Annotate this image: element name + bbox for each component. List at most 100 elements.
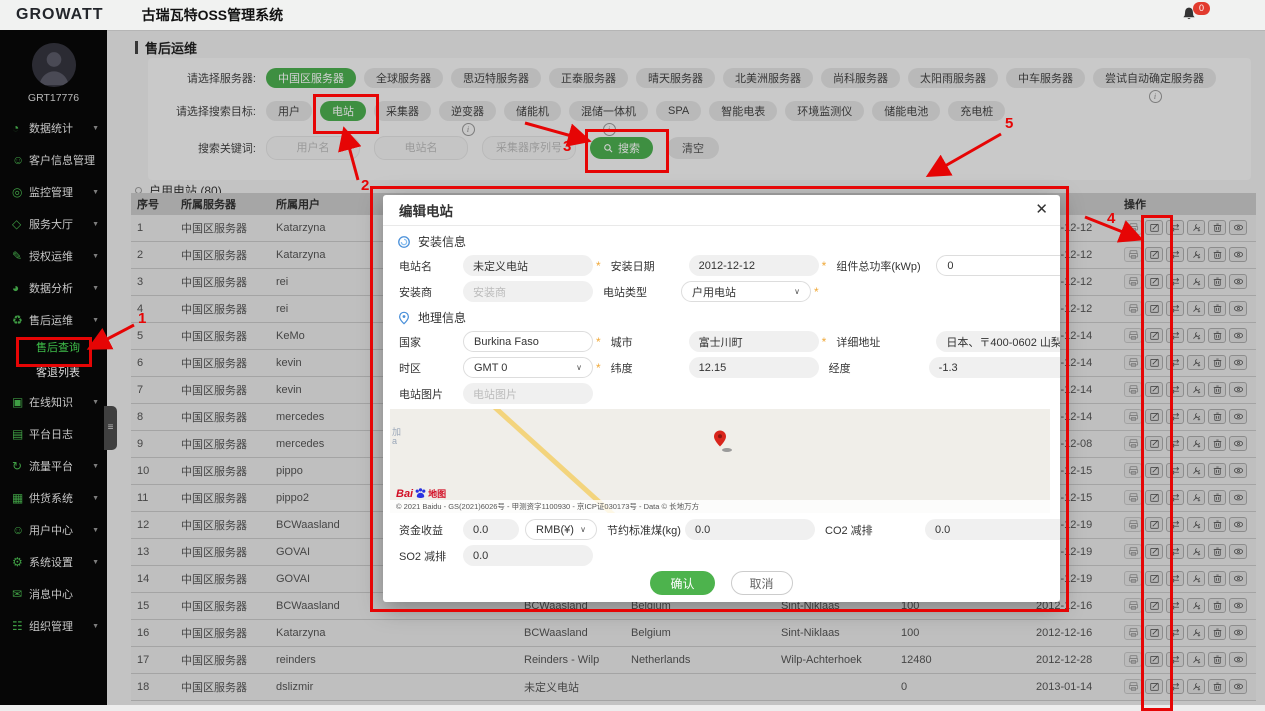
- modal-input[interactable]: 0.0: [463, 545, 593, 566]
- username: GRT17776: [0, 92, 107, 104]
- modal-title: 编辑电站: [399, 200, 453, 220]
- sidebar-item-label: 数据统计: [29, 120, 73, 136]
- sidebar-item-label: 客户信息管理: [29, 152, 95, 168]
- sidebar-item-supply-system[interactable]: ▦供货系统▼: [0, 482, 107, 514]
- chevron-down-icon: ▼: [92, 463, 99, 470]
- sidebar-scroll-handle[interactable]: ≡: [104, 406, 117, 450]
- sidebar-item-customer-info[interactable]: ☺客户信息管理: [0, 144, 107, 176]
- cancel-button[interactable]: 取消: [731, 571, 793, 595]
- sidebar-item-service-hall[interactable]: ◇服务大厅▼: [0, 208, 107, 240]
- system-settings-icon: ⚙: [12, 555, 29, 569]
- sidebar-item-traffic-platform[interactable]: ↻流量平台▼: [0, 450, 107, 482]
- field-label: 经度: [829, 360, 929, 376]
- currency-select[interactable]: RMB(¥)∨: [525, 519, 597, 540]
- modal-input[interactable]: 电站图片: [463, 383, 593, 404]
- sidebar-item-data-stats[interactable]: ◔数据统计▼: [0, 112, 107, 144]
- install-info-icon: [397, 235, 411, 249]
- required-marker: *: [596, 361, 601, 375]
- aftersales-ops-icon: ♻: [12, 313, 29, 327]
- modal-section-title: 安装信息: [383, 233, 1060, 250]
- modal-input[interactable]: 12.15: [689, 357, 819, 378]
- modal-input[interactable]: 0.0: [463, 519, 519, 540]
- chevron-down-icon: ∨: [576, 363, 582, 372]
- field-label: 电站类型: [603, 284, 681, 300]
- confirm-button[interactable]: 确认: [650, 571, 714, 595]
- chevron-down-icon: ▼: [92, 399, 99, 406]
- supply-system-icon: ▦: [12, 491, 29, 505]
- sidebar-item-label: 在线知识: [29, 394, 73, 410]
- baidu-logo: Bai 地图: [396, 487, 446, 500]
- modal-input[interactable]: Burkina Faso: [463, 331, 593, 352]
- notification-bell-button[interactable]: 0: [1181, 5, 1203, 27]
- chevron-down-icon: ▼: [92, 221, 99, 228]
- map-attribution: © 2021 Baidu - GS(2021)6026号 - 甲测资字11009…: [390, 500, 1050, 513]
- sidebar-item-monitor[interactable]: ◎监控管理▼: [0, 176, 107, 208]
- sidebar-item-platform-log[interactable]: ▤平台日志: [0, 418, 107, 450]
- chevron-down-icon: ▼: [92, 189, 99, 196]
- field-label: 组件总功率(kWp): [836, 258, 936, 274]
- modal-input[interactable]: 日本、〒400-0602 山梨県南巨摩郡: [936, 331, 1060, 352]
- org-management-icon: ☷: [12, 619, 29, 633]
- customer-info-icon: ☺: [12, 153, 29, 167]
- section-title-text: 地理信息: [418, 309, 466, 326]
- avatar: [32, 43, 76, 87]
- modal-field-row: 电站名未定义电站*安装日期2012-12-12*组件总功率(kWp)0: [383, 255, 1060, 276]
- field-label: CO2 减排: [825, 522, 925, 538]
- modal-input[interactable]: 未定义电站: [463, 255, 593, 276]
- modal-footer: 确认 取消: [383, 571, 1060, 595]
- modal-input[interactable]: -1.3: [929, 357, 1060, 378]
- data-analysis-icon: ◕: [12, 281, 29, 295]
- sidebar-item-aftersales-ops[interactable]: ♻售后运维▼: [0, 304, 107, 336]
- field-label: SO2 减排: [399, 548, 463, 564]
- modal-input[interactable]: 0.0: [925, 519, 1060, 540]
- sidebar-item-online-knowledge[interactable]: ▣在线知识 ▼: [0, 386, 107, 418]
- sidebar-item-authorized-ops[interactable]: ✎授权运维▼: [0, 240, 107, 272]
- platform-log-icon: ▤: [12, 427, 29, 441]
- user-avatar-icon: [32, 43, 76, 87]
- modal-field-row: 安装商安装商电站类型户用电站∨*: [383, 281, 1060, 302]
- modal-input[interactable]: 安装商: [463, 281, 593, 302]
- required-marker: *: [596, 335, 601, 349]
- online-knowledge-icon: ▣: [12, 395, 29, 409]
- modal-field-row: 资金收益0.0RMB(¥)∨节约标准煤(kg)0.0CO2 减排0.0: [383, 519, 1060, 540]
- sidebar-item-data-analysis[interactable]: ◕数据分析▼: [0, 272, 107, 304]
- field-label: 安装日期: [611, 258, 689, 274]
- message-center-icon: ✉: [12, 587, 29, 601]
- sidebar-item-label: 数据分析: [29, 280, 73, 296]
- sidebar-item-system-settings[interactable]: ⚙系统设置▼: [0, 546, 107, 578]
- sidebar-item-message-center[interactable]: ✉消息中心: [0, 578, 107, 610]
- required-marker: *: [814, 285, 819, 299]
- required-marker: *: [822, 335, 827, 349]
- sidebar-item-org-management[interactable]: ☷组织管理▼: [0, 610, 107, 642]
- modal-input[interactable]: 0.0: [685, 519, 815, 540]
- sidebar-item-user-center[interactable]: ☺用户中心▼: [0, 514, 107, 546]
- modal-form-bottom: 资金收益0.0RMB(¥)∨节约标准煤(kg)0.0CO2 减排0.0SO2 减…: [383, 519, 1060, 566]
- sidebar-item-label: 监控管理: [29, 184, 73, 200]
- sidebar-item-label: 平台日志: [29, 426, 73, 442]
- field-label: 节约标准煤(kg): [607, 522, 685, 538]
- map-pin-icon[interactable]: [710, 429, 736, 455]
- sidebar-subitem[interactable]: 客退列表: [0, 361, 107, 386]
- service-hall-icon: ◇: [12, 217, 29, 231]
- modal-input[interactable]: 2012-12-12: [689, 255, 819, 276]
- sidebar-item-label: 用户中心: [29, 522, 73, 538]
- field-label: 安装商: [399, 284, 463, 300]
- modal-select[interactable]: GMT 0∨: [463, 357, 593, 378]
- field-label: 时区: [399, 360, 463, 376]
- field-label: 资金收益: [399, 522, 463, 538]
- modal-input[interactable]: 富士川町: [689, 331, 819, 352]
- baidu-map[interactable]: 加 a Bai 地图 © 2021 Baidu - GS(2021)6026号 …: [390, 409, 1050, 513]
- modal-input[interactable]: 0: [936, 255, 1060, 276]
- sidebar-subitem[interactable]: 售后查询: [0, 336, 107, 361]
- sidebar-item-label: 供货系统: [29, 490, 73, 506]
- growatt-logo: GROWATT: [16, 6, 104, 24]
- modal-field-row: 时区GMT 0∨*纬度12.15经度-1.3: [383, 357, 1060, 378]
- geo-info-icon: [397, 311, 411, 325]
- app-title: 古瑞瓦特OSS管理系统: [142, 5, 284, 25]
- sidebar-item-label: 售后运维: [29, 312, 73, 328]
- modal-select[interactable]: 户用电站∨: [681, 281, 811, 302]
- modal-field-row: 电站图片电站图片: [383, 383, 1060, 404]
- field-label: 详细地址: [836, 334, 936, 350]
- edit-plant-modal: 编辑电站 ✕ 安装信息电站名未定义电站*安装日期2012-12-12*组件总功率…: [383, 195, 1060, 602]
- close-icon[interactable]: ✕: [1035, 200, 1048, 218]
